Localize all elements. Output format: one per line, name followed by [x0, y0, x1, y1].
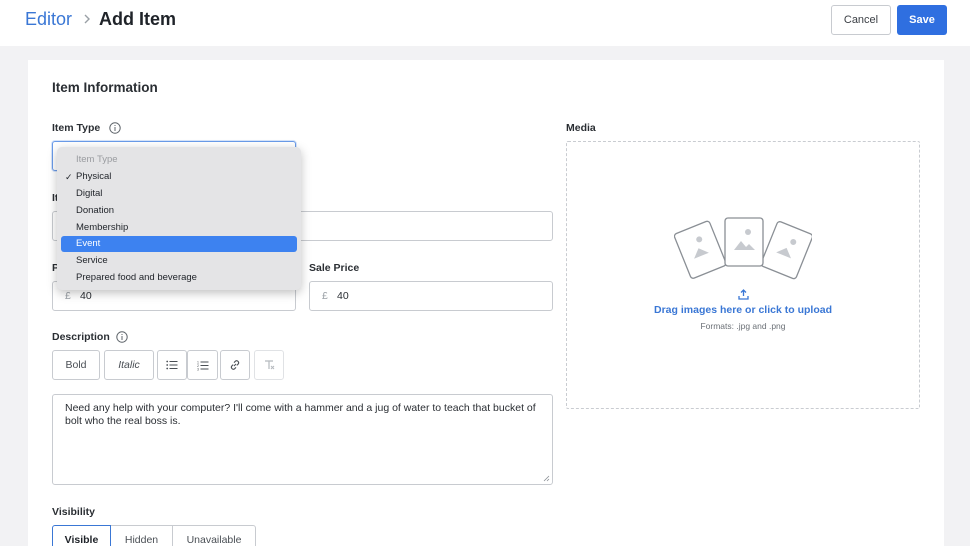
info-icon[interactable] [116, 331, 128, 343]
visibility-unavailable-option[interactable]: Unavailable [172, 525, 256, 546]
link-icon [230, 360, 240, 370]
dropdown-option-membership[interactable]: Membership [57, 220, 301, 236]
clear-format-button[interactable] [254, 350, 284, 380]
italic-button[interactable]: Italic [104, 350, 154, 380]
price-value: 40 [80, 290, 92, 302]
info-icon[interactable] [109, 122, 121, 134]
currency-prefix: £ [322, 290, 328, 302]
dropdown-option-service[interactable]: Service [57, 253, 301, 269]
dropdown-option-donation[interactable]: Donation [57, 203, 301, 219]
save-button[interactable]: Save [897, 5, 947, 35]
section-title: Item Information [52, 80, 158, 95]
sale-price-label: Sale Price [309, 262, 360, 274]
resize-handle-icon[interactable] [543, 475, 550, 482]
formats-hint: Formats: .jpg and .png [700, 321, 786, 331]
cancel-button[interactable]: Cancel [831, 5, 891, 35]
dropdown-option-placeholder: Item Type [76, 154, 118, 165]
dropdown-option-prepared-food[interactable]: Prepared food and beverage [57, 270, 301, 286]
description-text: Need any help with your computer? I'll c… [65, 402, 536, 427]
breadcrumb-editor-link[interactable]: Editor [25, 9, 72, 30]
upload-link[interactable]: Drag images here or click to upload [566, 304, 920, 316]
currency-prefix: £ [65, 290, 71, 302]
page-title: Add Item [99, 9, 177, 29]
item-type-label: Item Type [52, 122, 101, 134]
description-label: Description [52, 331, 110, 343]
top-bar: Editor Add Item Cancel Save [0, 0, 970, 46]
visibility-label: Visibility [52, 506, 95, 518]
dropdown-option-label: Physical [76, 171, 112, 182]
dropdown-option-event[interactable]: Event [61, 236, 297, 252]
numbered-list-icon: 1 2 3 [197, 360, 208, 371]
svg-text:3: 3 [197, 367, 199, 371]
media-dropzone[interactable] [566, 141, 920, 409]
checkmark-icon: ✓ [65, 172, 73, 182]
item-type-dropdown: Item Type ✓ Physical Digital Donation Me… [57, 147, 301, 290]
chevron-right-icon [84, 14, 90, 24]
numbered-list-button[interactable]: 1 2 3 [187, 350, 218, 380]
dropdown-option-physical[interactable]: ✓ Physical [57, 169, 301, 185]
description-textarea[interactable]: Need any help with your computer? I'll c… [52, 394, 553, 485]
visibility-visible-option[interactable]: Visible [52, 525, 111, 546]
link-button[interactable] [220, 350, 250, 380]
media-label: Media [566, 122, 596, 134]
image-placeholder-icon [674, 217, 812, 280]
upload-icon [738, 289, 749, 300]
clear-format-icon [265, 360, 275, 370]
visibility-hidden-option[interactable]: Hidden [110, 525, 173, 546]
dropdown-option-digital[interactable]: Digital [57, 186, 301, 202]
sale-price-input[interactable]: £ 40 [309, 281, 553, 311]
bold-button[interactable]: Bold [52, 350, 100, 380]
bullet-list-icon [166, 360, 178, 370]
bullet-list-button[interactable] [157, 350, 187, 380]
sale-price-value: 40 [337, 290, 349, 302]
